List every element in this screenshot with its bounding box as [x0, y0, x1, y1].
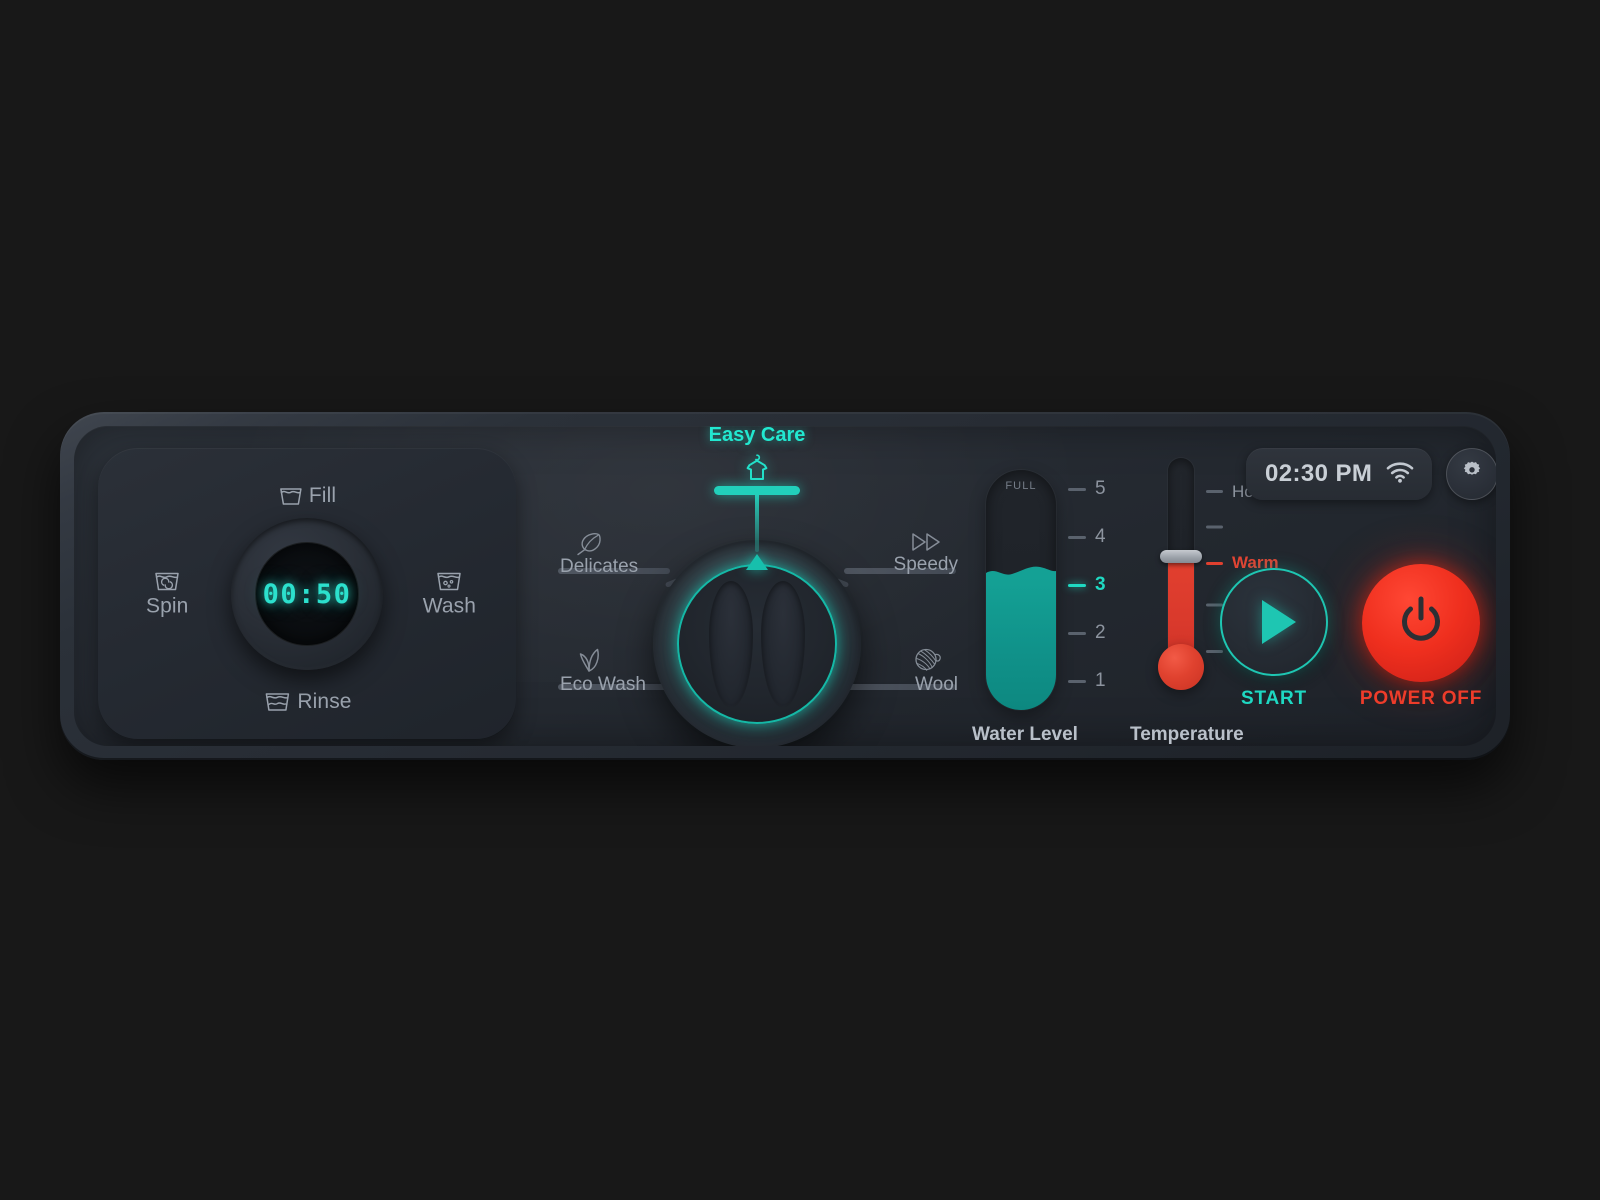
water-level-scale: 5 4 3 2 1: [1068, 470, 1128, 710]
start-button[interactable]: [1220, 568, 1328, 676]
tick-label: 4: [1095, 526, 1106, 548]
cycle-stage-label: Spin: [146, 594, 189, 618]
wash-tub-bubbles-icon: [434, 570, 464, 594]
control-panel: Fill Spin Wash Rinse 88:88 00:50 Easy Ca…: [60, 412, 1510, 760]
fast-forward-icon: [910, 530, 958, 554]
knob-pointer-icon: [746, 554, 768, 570]
water-tick-1[interactable]: 1: [1068, 670, 1106, 692]
timer-value: 00:50: [262, 578, 352, 610]
water-level-full-label: FULL: [1005, 480, 1037, 492]
water-level-tank[interactable]: FULL: [986, 470, 1056, 710]
temp-tick-unlabeled-1[interactable]: [1206, 525, 1232, 529]
program-option-speedy[interactable]: Speedy: [894, 530, 958, 576]
tick-label: 1: [1095, 670, 1106, 692]
selected-program-stem: [755, 490, 759, 552]
tick-label: 5: [1095, 478, 1106, 500]
cycle-stage-wash[interactable]: Wash: [423, 570, 476, 619]
wash-tub-spin-icon: [152, 570, 182, 594]
program-knob[interactable]: [653, 540, 861, 746]
timer-digits-wrap: 88:88 00:50: [263, 579, 352, 610]
tick-mark: [1068, 679, 1086, 683]
program-option-label: Wool: [915, 674, 958, 695]
panel-inner-face: Fill Spin Wash Rinse 88:88 00:50 Easy Ca…: [74, 426, 1496, 746]
cycle-stage-label: Rinse: [297, 690, 352, 713]
water-tick-3[interactable]: 3: [1068, 574, 1106, 596]
program-option-eco-wash[interactable]: Eco Wash: [560, 646, 646, 696]
shirt-hanger-icon: [740, 452, 774, 489]
program-selector: Easy Care Delicates Speedy Eco Wash Wool: [542, 426, 972, 746]
settings-button[interactable]: [1446, 448, 1496, 500]
tick-mark: [1206, 490, 1223, 494]
tick-mark: [1068, 583, 1086, 587]
screen-root: Fill Spin Wash Rinse 88:88 00:50 Easy Ca…: [0, 0, 1600, 1200]
tick-mark: [1068, 631, 1086, 635]
power-off-button[interactable]: [1362, 564, 1480, 682]
program-option-label: Eco Wash: [560, 674, 646, 695]
tick-label: 2: [1095, 622, 1106, 644]
cycle-stage-fill[interactable]: Fill: [278, 484, 336, 508]
tick-mark: [1068, 487, 1086, 491]
cycle-stage-label: Wash: [422, 594, 476, 618]
clock-value: 02:30 PM: [1265, 460, 1373, 487]
tick-mark: [1206, 561, 1223, 565]
water-tick-4[interactable]: 4: [1068, 526, 1106, 548]
tick-label: 3: [1095, 574, 1106, 596]
feather-icon: [560, 530, 604, 556]
timer-screen: 88:88 00:50: [255, 542, 359, 646]
program-option-wool[interactable]: Wool: [912, 646, 958, 696]
water-level-caption: Water Level: [972, 724, 1078, 745]
cycle-stage-spin[interactable]: Spin: [146, 570, 188, 619]
status-display: 02:30 PM: [1246, 448, 1432, 500]
program-option-label: Speedy: [893, 554, 958, 575]
timer-dial[interactable]: 88:88 00:50: [231, 518, 383, 670]
tick-mark: [1068, 535, 1086, 539]
program-option-delicates[interactable]: Delicates: [560, 530, 638, 578]
leaf-icon: [560, 646, 604, 674]
cycle-status-card: Fill Spin Wash Rinse 88:88 00:50: [98, 448, 516, 740]
temperature-slider-handle[interactable]: [1160, 550, 1202, 563]
power-button-label: POWER OFF: [1359, 688, 1483, 709]
tick-mark: [1206, 603, 1223, 607]
cycle-stage-label: Fill: [308, 484, 337, 507]
start-button-label: START: [1241, 688, 1307, 709]
thermometer-stem[interactable]: [1168, 458, 1194, 668]
program-option-label: Delicates: [560, 556, 639, 577]
tick-mark: [1206, 525, 1223, 529]
water-tick-5[interactable]: 5: [1068, 478, 1106, 500]
thermometer-bulb: [1158, 644, 1204, 690]
wifi-icon: [1385, 460, 1415, 489]
knob-grip: [705, 581, 809, 707]
power-icon: [1393, 593, 1449, 654]
selected-program-label: Easy Care: [708, 426, 806, 446]
gear-icon: [1460, 460, 1484, 489]
cycle-stage-rinse[interactable]: Rinse: [262, 690, 352, 714]
play-icon: [1261, 600, 1296, 644]
water-tick-2[interactable]: 2: [1068, 622, 1106, 644]
temperature-caption: Temperature: [1130, 724, 1244, 745]
water-level-fill: [986, 578, 1056, 710]
wash-tub-icon: [278, 485, 304, 507]
yarn-ball-icon: [912, 646, 958, 674]
tick-mark: [1206, 649, 1223, 653]
wash-tub-rinse-icon: [262, 690, 292, 714]
